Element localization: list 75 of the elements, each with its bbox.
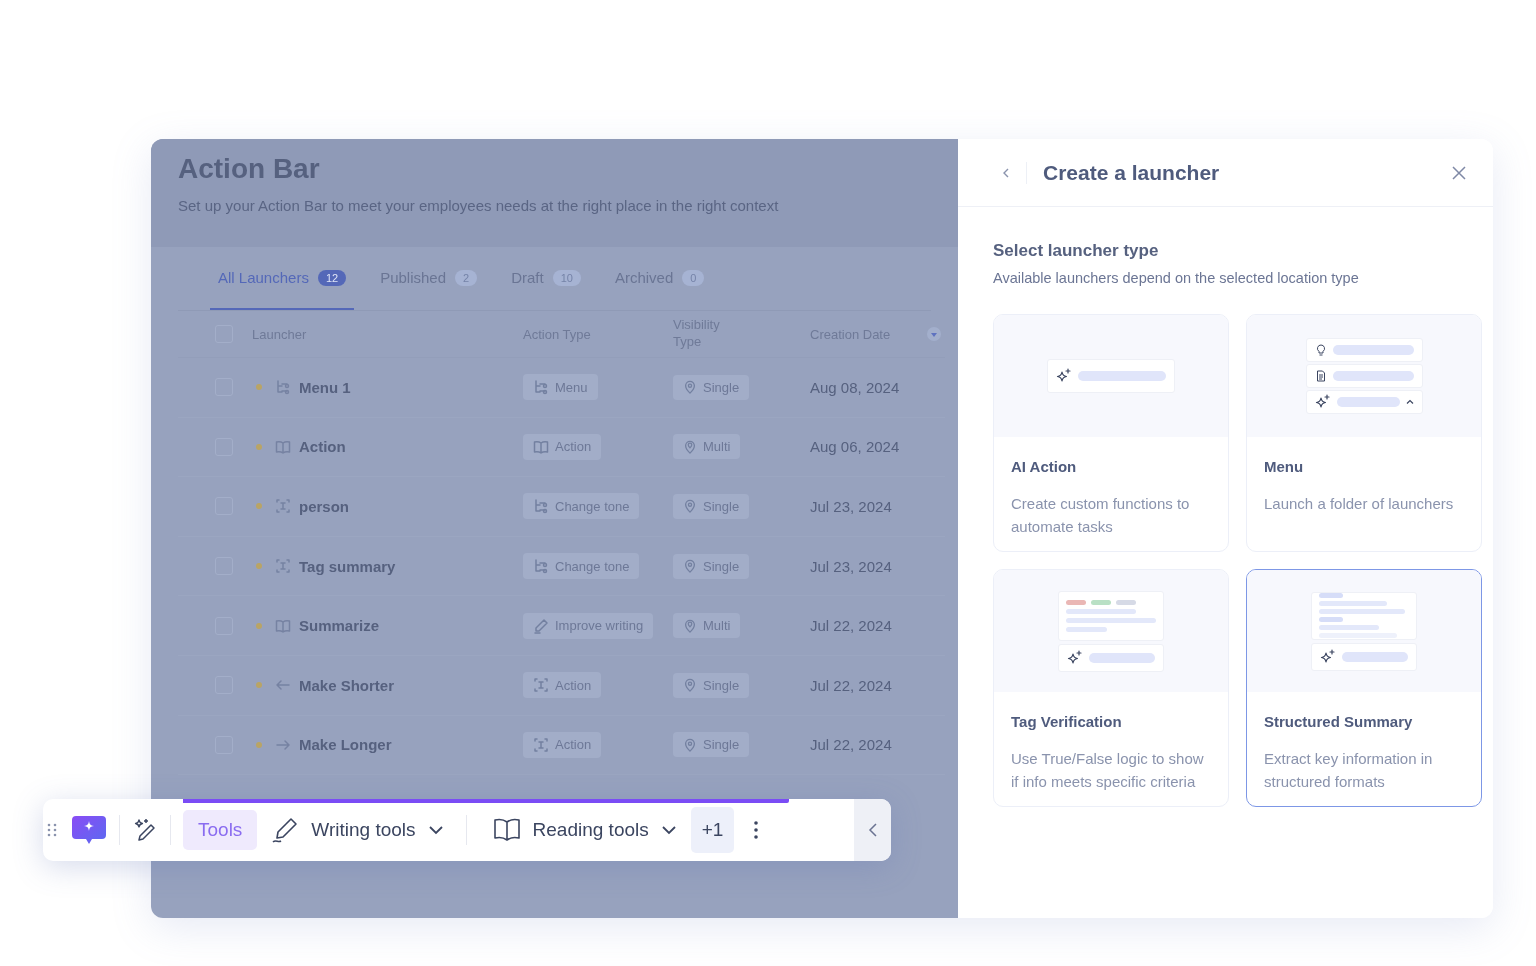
count-badge: 12	[317, 269, 347, 286]
card-title: Tag Verification	[1011, 713, 1123, 730]
creation-date: Aug 06, 2024	[810, 438, 901, 456]
section-description: Available launchers depend on the selected location type	[993, 270, 1360, 286]
creation-date: Jul 22, 2024	[810, 617, 893, 635]
chevron-down-icon	[427, 825, 444, 835]
launcher-name: Action	[299, 438, 346, 456]
status-dot	[256, 741, 262, 748]
creation-date: Jul 22, 2024	[810, 676, 893, 694]
status-dot	[256, 503, 262, 510]
status-dot	[256, 622, 262, 629]
chevron-left-icon	[867, 822, 878, 838]
card-title: Structured Summary	[1264, 713, 1414, 730]
launcher-name: Tag summary	[299, 557, 396, 575]
tree-icon	[533, 379, 549, 396]
drag-handle-icon[interactable]	[47, 823, 57, 837]
launcher-name: Menu 1	[299, 378, 351, 396]
card-description: Extract key information in structured formats	[1264, 749, 1434, 792]
multi-pin-icon	[683, 618, 697, 633]
pin-icon	[683, 737, 697, 752]
book-icon	[275, 617, 291, 634]
book-icon	[533, 438, 549, 455]
pin-icon	[683, 559, 697, 574]
page-title: Action Bar	[178, 153, 321, 185]
creation-date: Jul 23, 2024	[810, 498, 893, 515]
more-options-icon	[754, 821, 759, 839]
card-title: AI Action	[1011, 458, 1078, 475]
tree-icon	[275, 379, 291, 396]
launcher-name: Make Shorter	[299, 676, 395, 694]
section-heading: Select launcher type	[993, 241, 1160, 261]
status-dot	[256, 563, 262, 570]
status-dot	[256, 443, 262, 450]
pencil-icon	[533, 617, 549, 634]
more-options-button[interactable]	[754, 821, 759, 839]
text-cursor-icon	[275, 498, 291, 515]
tree-icon	[533, 498, 549, 515]
status-dot	[256, 384, 262, 391]
launcher-type-card[interactable]: Structured Summary Extract key information in structured formats	[1246, 569, 1482, 807]
book-icon	[492, 817, 521, 843]
overflow-count-button[interactable]: +1	[690, 807, 735, 853]
text-cursor-icon	[275, 558, 291, 575]
status-dot	[256, 682, 262, 689]
chat-bubble-icon[interactable]	[71, 814, 107, 846]
launcher-type-card[interactable]: AI Action Create custom functions to automate tasks	[993, 314, 1229, 552]
pin-icon	[683, 380, 697, 395]
card-description: Create custom functions to automate tasks	[1011, 494, 1191, 537]
multi-pin-icon	[683, 439, 697, 454]
toolbar-dropdown[interactable]: Reading tools	[478, 817, 687, 843]
sort-icon[interactable]	[927, 327, 941, 341]
text-cursor-icon	[533, 736, 549, 753]
launcher-name: Make Longer	[299, 736, 392, 754]
book-icon	[275, 438, 291, 455]
pencil-icon	[271, 816, 300, 844]
creation-date: Jul 23, 2024	[810, 557, 893, 575]
launcher-name: Summarize	[299, 617, 380, 635]
chevron-down-icon	[660, 825, 677, 835]
panel-title: Create a launcher	[1043, 160, 1221, 185]
creation-date: Aug 08, 2024	[810, 378, 901, 396]
card-title: Menu	[1264, 458, 1305, 475]
filter-tab[interactable]: All Launchers 12	[210, 247, 355, 310]
toolbar-dropdown[interactable]: Writing tools	[257, 816, 454, 844]
card-description: Launch a folder of launchers	[1264, 494, 1455, 514]
launcher-name: person	[299, 498, 349, 515]
tree-icon	[533, 558, 549, 575]
magic-pencil-icon[interactable]	[132, 817, 158, 843]
text-cursor-icon	[533, 677, 549, 694]
pin-icon	[683, 678, 697, 693]
launcher-type-card[interactable]: Menu Launch a folder of launchers	[1246, 314, 1482, 552]
card-description: Use True/False logic to show if info meets specific criteria	[1011, 749, 1205, 792]
close-icon	[1451, 164, 1467, 181]
pin-icon	[683, 499, 697, 514]
creation-date: Jul 22, 2024	[810, 736, 893, 754]
close-button[interactable]	[1451, 164, 1467, 181]
collapse-button[interactable]	[854, 799, 891, 861]
launcher-type-card[interactable]: Tag Verification Use True/False logic to show if info meets specific criteria	[993, 569, 1229, 807]
